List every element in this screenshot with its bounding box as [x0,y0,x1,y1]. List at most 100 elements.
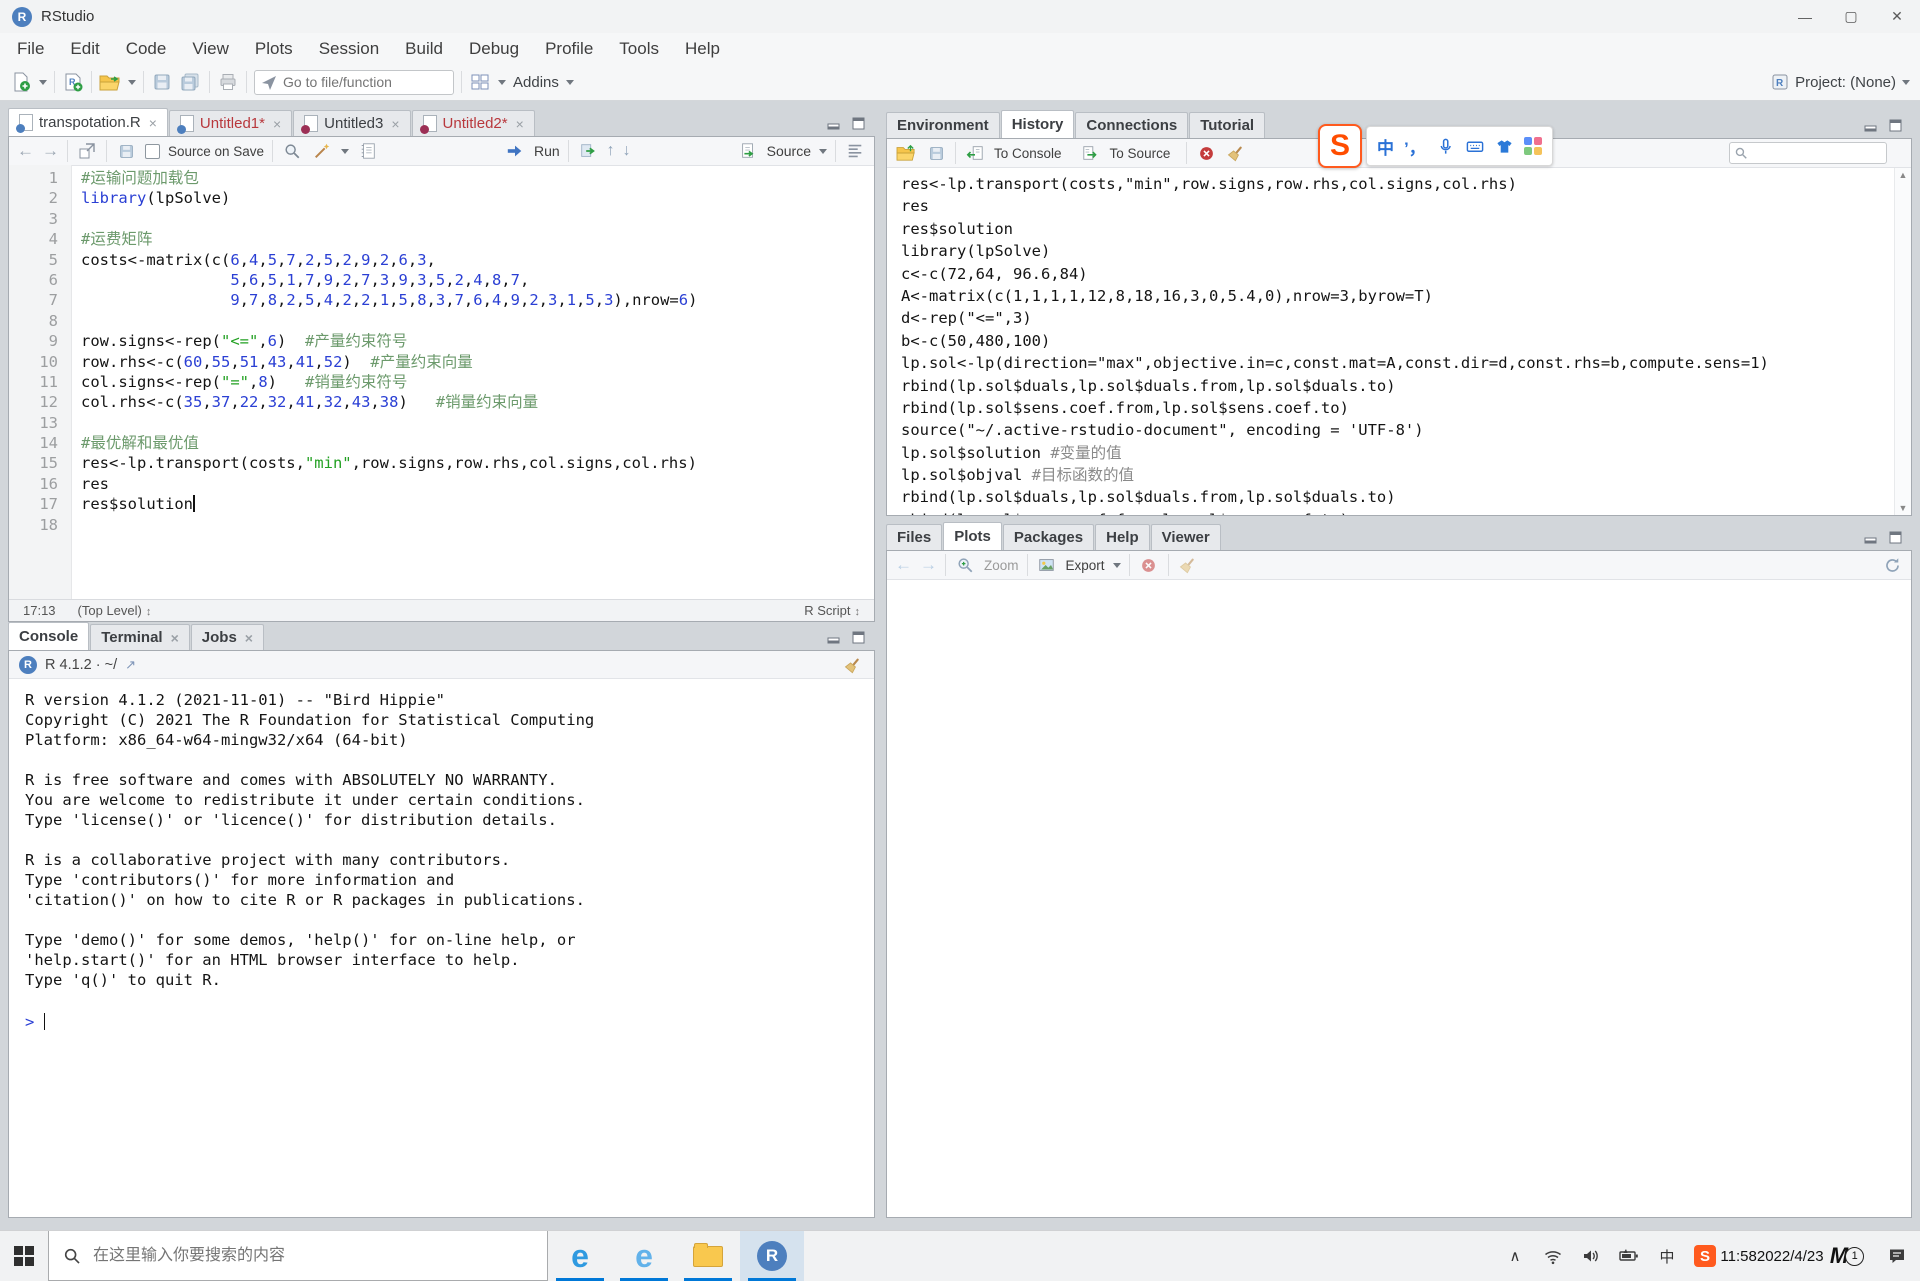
export-plot-button[interactable]: Export [1066,558,1105,573]
history-scrollbar[interactable]: ▲ ▼ [1894,168,1911,515]
previous-plot-icon[interactable]: ← [895,555,912,575]
files-tab-plots[interactable]: Plots [943,522,1002,550]
to-source-icon[interactable] [1080,142,1102,164]
clear-history-icon[interactable] [1225,142,1247,164]
console-output[interactable]: R version 4.1.2 (2021-11-01) -- "Bird Hi… [9,678,874,1217]
close-icon[interactable]: × [245,631,253,645]
refresh-icon[interactable] [1881,554,1903,576]
environment-tab-tutorial[interactable]: Tutorial [1189,112,1265,138]
close-icon[interactable]: × [171,631,179,645]
history-entry[interactable]: library(lpSolve) [901,240,1893,262]
history-entry[interactable]: res$solution [901,218,1893,240]
start-button[interactable] [0,1231,48,1281]
to-console-icon[interactable] [964,142,986,164]
to-console-button[interactable]: To Console [994,146,1062,161]
source-tab-untitled2[interactable]: Untitled2*× [412,110,535,136]
clear-console-icon[interactable] [842,654,864,676]
nav-forward-icon[interactable]: → [42,141,59,161]
compile-report-icon[interactable] [357,140,379,162]
menu-item-edit[interactable]: Edit [57,33,112,64]
minimize-pane-icon[interactable] [1864,531,1877,544]
menu-item-tools[interactable]: Tools [606,33,672,64]
remove-plot-icon[interactable] [1138,554,1160,576]
taskbar-app-file-explorer[interactable] [676,1231,740,1281]
sogou-logo-icon[interactable]: S [1318,124,1362,168]
history-entry[interactable]: source("~/.active-rstudio-document", enc… [901,419,1893,441]
minimize-pane-icon[interactable] [827,117,840,130]
new-file-icon[interactable] [10,71,32,93]
save-history-icon[interactable] [925,142,947,164]
taskbar-search-input[interactable] [91,1246,475,1266]
menu-item-help[interactable]: Help [672,33,733,64]
console-tab-console[interactable]: Console [8,622,89,650]
files-tab-help[interactable]: Help [1095,524,1150,550]
source-tab-untitled1[interactable]: Untitled1*× [169,110,292,136]
taskbar-app-internet-explorer[interactable]: e [612,1231,676,1281]
document-outline-icon[interactable] [844,140,866,162]
zoom-plot-button[interactable]: Zoom [984,558,1019,573]
source-icon[interactable] [737,140,759,162]
microphone-icon[interactable] [1436,137,1455,156]
history-entry[interactable]: res [901,195,1893,217]
magic-wand-icon[interactable] [311,140,333,162]
close-button[interactable]: ✕ [1874,0,1920,33]
show-hidden-icons-chevron[interactable]: ∧ [1496,1231,1534,1281]
project-selector[interactable]: R Project: (None) [1771,64,1910,100]
addins-button[interactable]: Addins [513,74,559,91]
file-type-selector[interactable]: R Script↕ [804,603,860,618]
history-entry[interactable]: c<-c(72,64, 96.6,84) [901,263,1893,285]
menu-item-session[interactable]: Session [306,33,392,64]
history-entry[interactable]: lp.sol$objval #目标函数的值 [901,464,1893,486]
close-icon[interactable]: × [273,117,281,131]
print-icon[interactable] [217,71,239,93]
taskbar-clock[interactable]: 11:58 2022/4/23 [1724,1231,1820,1281]
close-icon[interactable]: × [149,116,157,130]
history-entry[interactable]: res<-lp.transport(costs,"min",row.signs,… [901,173,1893,195]
maximize-pane-icon[interactable] [852,117,865,130]
action-center-icon[interactable] [1874,1231,1920,1281]
scope-selector[interactable]: (Top Level)↕ [78,603,152,618]
nav-back-icon[interactable]: ← [17,141,34,161]
open-file-icon[interactable] [99,71,121,93]
menu-item-file[interactable]: File [4,33,57,64]
source-tab-untitled3[interactable]: Untitled3× [293,110,410,136]
punctuation-icon[interactable]: ’， [1404,134,1426,159]
files-tab-files[interactable]: Files [886,524,942,550]
files-tab-packages[interactable]: Packages [1003,524,1094,550]
save-icon[interactable] [151,71,173,93]
addins-caret-icon[interactable] [566,80,574,85]
skin-icon[interactable] [1495,137,1514,156]
chinese-mode-icon[interactable]: 中 [1377,134,1394,159]
history-entry[interactable]: rbind(lp.sol$sens.coef.from,lp.sol$sens.… [901,509,1893,515]
battery-icon[interactable] [1610,1231,1648,1281]
taskbar-app-edge[interactable]: e [548,1231,612,1281]
open-file-caret-icon[interactable] [128,80,136,85]
to-source-button[interactable]: To Source [1110,146,1171,161]
scroll-up-icon[interactable]: ▲ [1899,170,1908,180]
zoom-plot-icon[interactable] [954,554,976,576]
export-plot-icon[interactable] [1036,554,1058,576]
files-tab-viewer[interactable]: Viewer [1151,524,1221,550]
menu-item-plots[interactable]: Plots [242,33,306,64]
magic-wand-caret-icon[interactable] [341,149,349,154]
pane-layout-icon[interactable] [469,71,491,93]
load-history-icon[interactable] [895,142,917,164]
minimize-pane-icon[interactable] [1864,119,1877,132]
menu-item-view[interactable]: View [179,33,242,64]
history-entry[interactable]: lp.sol<-lp(direction="max",objective.in=… [901,352,1893,374]
environment-tab-history[interactable]: History [1001,110,1075,138]
minimize-pane-icon[interactable] [827,631,840,644]
history-entries[interactable]: res<-lp.transport(costs,"min",row.signs,… [887,168,1893,515]
wifi-icon[interactable] [1534,1231,1572,1281]
m1-tray-icon[interactable]: M1 [1820,1231,1874,1281]
maximize-pane-icon[interactable] [1889,119,1902,132]
menu-item-code[interactable]: Code [113,33,180,64]
source-tab-transpotation-r[interactable]: transpotation.R× [8,108,168,136]
source-on-save-checkbox[interactable] [145,144,160,159]
history-entry[interactable]: b<-c(50,480,100) [901,330,1893,352]
new-project-icon[interactable]: R [62,71,84,93]
clear-plots-icon[interactable] [1177,554,1199,576]
menu-item-debug[interactable]: Debug [456,33,532,64]
maximize-pane-icon[interactable] [852,631,865,644]
close-icon[interactable]: × [516,117,524,131]
